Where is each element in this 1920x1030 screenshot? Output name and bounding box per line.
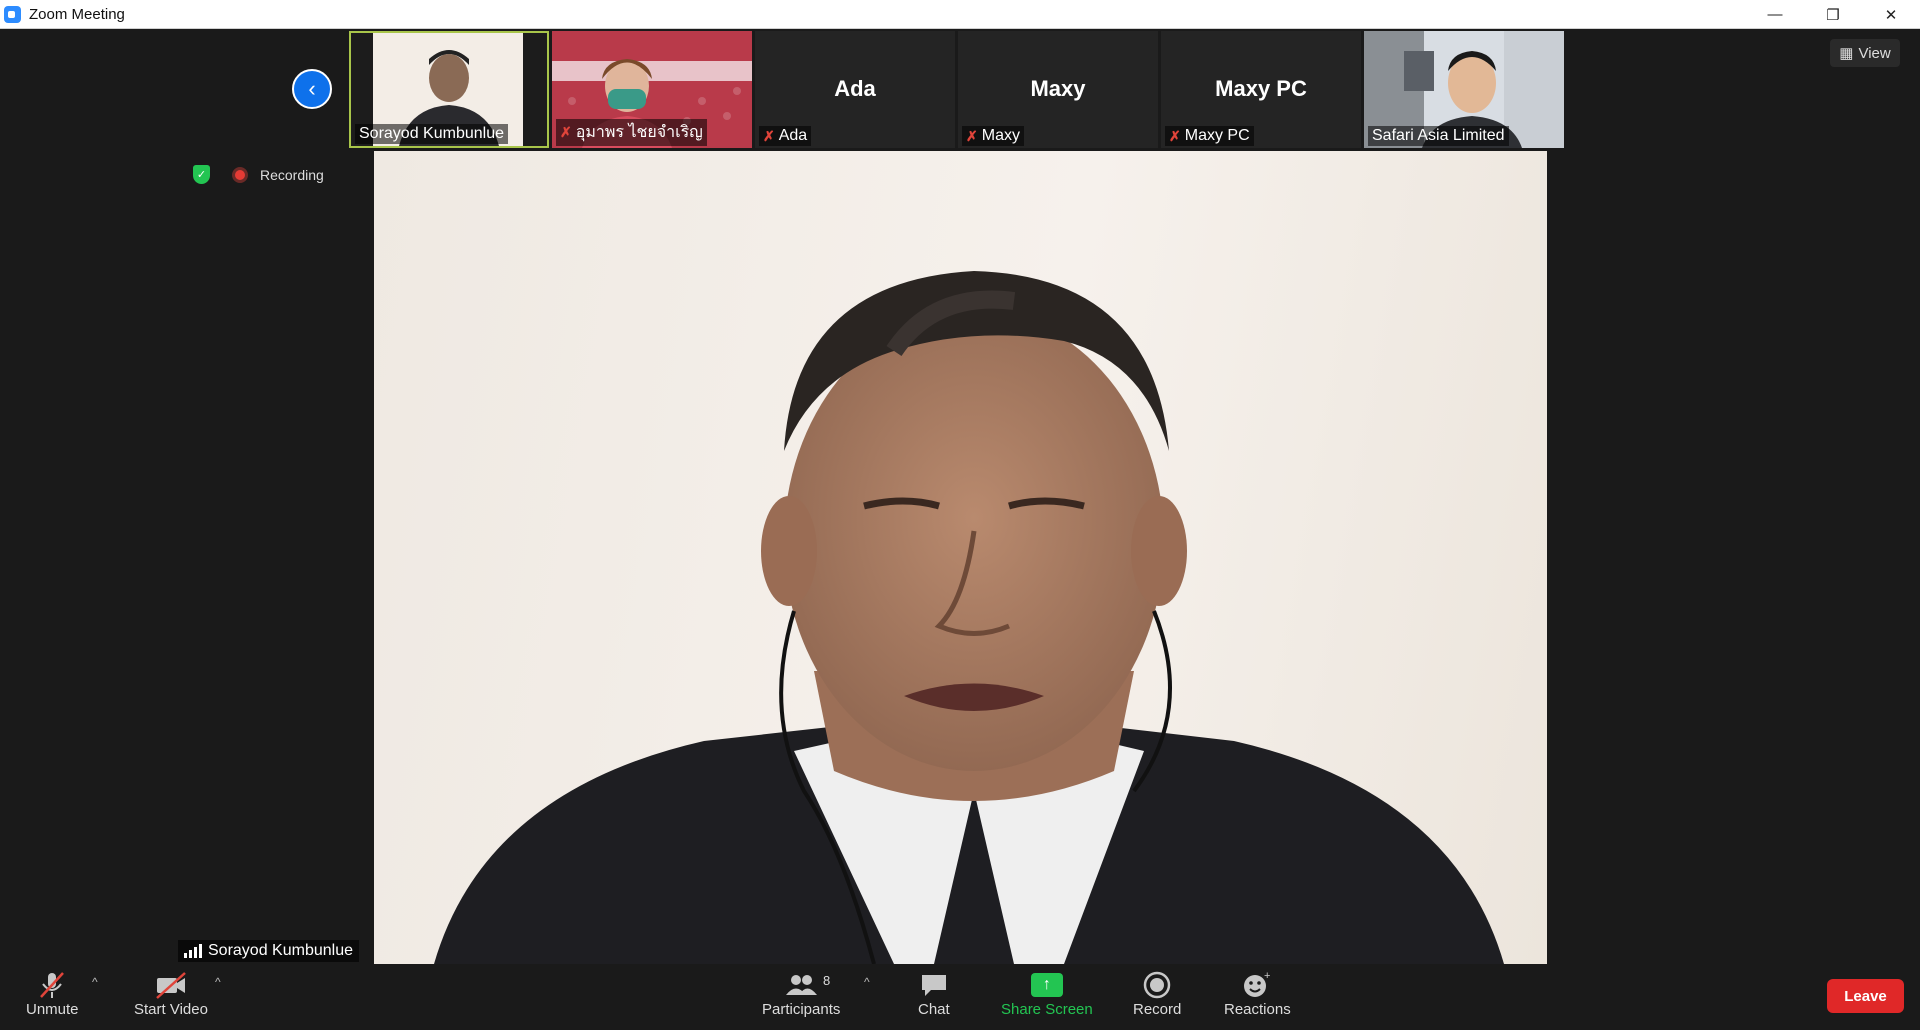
- meeting-status: ✓ Recording: [193, 165, 324, 184]
- minimize-button[interactable]: —: [1746, 0, 1804, 29]
- participants-button[interactable]: 8 Participants: [762, 969, 840, 1018]
- chevron-left-icon: ‹: [308, 76, 316, 101]
- participant-name: ✗ Maxy: [962, 126, 1024, 146]
- mic-muted-icon: ✗: [1169, 127, 1181, 144]
- zoom-app-icon: [4, 5, 21, 23]
- reactions-icon: +: [1240, 969, 1274, 1001]
- participant-name: ✗ อุมาพร ไชยจำเริญ: [556, 119, 707, 146]
- close-button[interactable]: ✕: [1862, 0, 1920, 29]
- share-screen-icon: ↑: [1030, 973, 1063, 997]
- mic-muted-icon: ✗: [966, 127, 978, 144]
- participant-display-name: Maxy PC: [1215, 76, 1307, 101]
- participant-name: ✗ Ada: [759, 126, 812, 146]
- participant-tile[interactable]: Sorayod Kumbunlue: [349, 31, 549, 148]
- record-icon: [1142, 969, 1172, 1001]
- connection-signal-icon: [184, 944, 202, 958]
- video-options-caret-icon[interactable]: ^: [215, 975, 221, 989]
- speaker-name-tag: Sorayod Kumbunlue: [178, 940, 359, 962]
- active-speaker-video: [374, 151, 1547, 964]
- audio-options-caret-icon[interactable]: ^: [92, 975, 98, 989]
- participant-display-name: Ada: [834, 76, 876, 101]
- participant-tile[interactable]: Maxy ✗ Maxy: [958, 31, 1158, 148]
- video-camera-off-icon: [154, 969, 188, 1001]
- record-button[interactable]: Record: [1133, 969, 1181, 1018]
- title-bar: Zoom Meeting — ❐ ✕: [0, 0, 1920, 29]
- reactions-button[interactable]: + Reactions: [1224, 969, 1291, 1018]
- window-controls: — ❐ ✕: [1746, 0, 1920, 29]
- unmute-button[interactable]: Unmute: [26, 969, 79, 1018]
- mic-muted-icon: ✗: [763, 127, 775, 144]
- recording-label: Recording: [260, 166, 324, 183]
- chat-icon: [919, 969, 949, 1001]
- speaker-video-frame: [434, 271, 1504, 964]
- view-button[interactable]: ▦ View: [1830, 39, 1900, 67]
- participant-name: ✗ Maxy PC: [1165, 126, 1254, 146]
- participants-count: 8: [822, 973, 831, 988]
- participants-options-caret-icon[interactable]: ^: [864, 975, 870, 989]
- shield-icon[interactable]: ✓: [193, 165, 210, 184]
- meeting-toolbar: Unmute ^ Start Video ^ 8 Participants ^ …: [0, 965, 1920, 1030]
- svg-text:+: +: [1264, 970, 1270, 982]
- window-title: Zoom Meeting: [29, 5, 125, 23]
- share-screen-button[interactable]: ↑ Share Screen: [1001, 969, 1093, 1018]
- participant-tile[interactable]: ✗ อุมาพร ไชยจำเริญ: [552, 31, 752, 148]
- recording-icon: [232, 166, 248, 183]
- restore-button[interactable]: ❐: [1804, 0, 1862, 29]
- participant-tile[interactable]: Maxy PC ✗ Maxy PC: [1161, 31, 1361, 148]
- participants-icon: [786, 975, 818, 995]
- chat-button[interactable]: Chat: [918, 969, 950, 1018]
- participant-display-name: Maxy: [1030, 76, 1086, 101]
- leave-button[interactable]: Leave: [1827, 979, 1904, 1013]
- participant-tile[interactable]: Safari Asia Limited: [1364, 31, 1564, 148]
- microphone-muted-icon: [37, 969, 67, 1001]
- start-video-button[interactable]: Start Video: [134, 969, 208, 1018]
- grid-icon: ▦: [1839, 45, 1854, 62]
- participant-strip: Sorayod Kumbunlue ✗ อุมาพร ไชยจำเริญ Ada …: [349, 31, 1564, 148]
- participant-tile[interactable]: Ada ✗ Ada: [755, 31, 955, 148]
- mic-muted-icon: ✗: [560, 124, 572, 140]
- participant-name: Safari Asia Limited: [1368, 126, 1509, 146]
- participant-name: Sorayod Kumbunlue: [355, 124, 508, 144]
- previous-page-button[interactable]: ‹: [292, 69, 332, 109]
